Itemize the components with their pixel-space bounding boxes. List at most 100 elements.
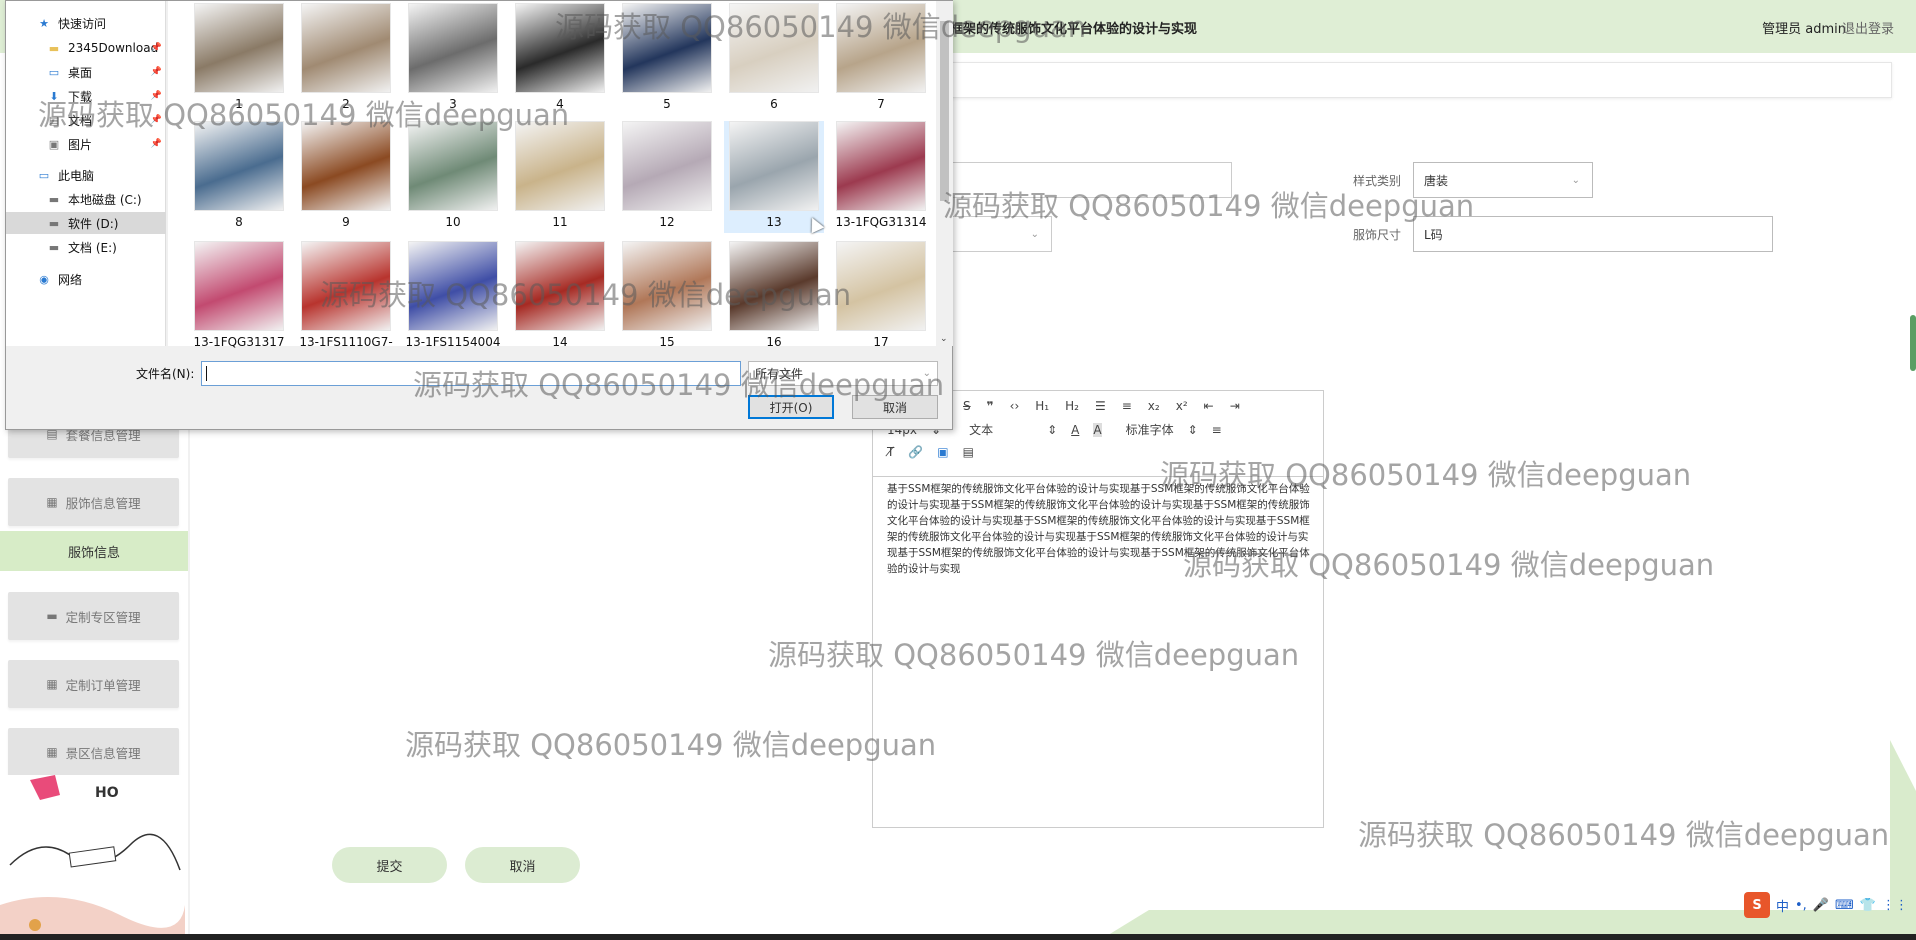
nav-item[interactable]: ▣ 图片 📌 (6, 133, 166, 155)
font-family-select[interactable]: 标准字体 (1126, 421, 1174, 438)
background-color-icon[interactable]: A (1093, 422, 1102, 437)
nav-item-label: 快速访问 (58, 16, 107, 31)
keyboard-icon[interactable]: ⌨ (1835, 898, 1854, 913)
sidebar-item[interactable]: ▬ 定制专区管理 (8, 592, 179, 640)
file-thumbnail (194, 121, 284, 211)
paragraph-select[interactable]: 文本 (969, 421, 993, 438)
file-item[interactable]: 13-1FQG31314 (831, 121, 931, 233)
file-item[interactable]: 15 (617, 241, 717, 353)
sogou-logo-icon[interactable]: S (1744, 892, 1770, 918)
outdent-icon[interactable]: ⇤ (1204, 399, 1214, 413)
scroll-down-icon[interactable]: ⌄ (940, 334, 948, 344)
file-item[interactable]: 1 (189, 3, 289, 115)
file-name: 8 (235, 215, 243, 229)
file-item[interactable]: 11 (510, 121, 610, 233)
ime-punct-icon[interactable]: •, (1795, 898, 1807, 913)
file-item[interactable]: 13-1FS1154004 (403, 241, 503, 353)
file-item[interactable]: 17 (831, 241, 931, 353)
file-item[interactable]: 13-1FQG31317 (189, 241, 289, 353)
file-item[interactable]: 9 (296, 121, 396, 233)
sidebar-item-clothing-info[interactable]: 服饰信息 (0, 531, 188, 571)
nav-item[interactable]: ▬ 本地磁盘 (C:) (6, 188, 166, 210)
style-select[interactable]: 唐装 ⌄ (1413, 162, 1593, 198)
skin-icon[interactable]: 👕 (1860, 898, 1876, 913)
submit-button[interactable]: 提交 (332, 847, 447, 883)
nav-item[interactable]: ▤ 文档 📌 (6, 109, 166, 131)
file-item[interactable]: 5 (617, 3, 717, 115)
file-item[interactable]: 4 (510, 3, 610, 115)
page-scroll-indicator[interactable] (1910, 315, 1916, 371)
nav-item[interactable]: ▬ 2345Download 📌 (6, 37, 166, 59)
ordered-list-icon[interactable]: ☰ (1095, 399, 1106, 413)
quote-icon[interactable]: ❞ (987, 399, 994, 413)
nav-item-label: 此电脑 (58, 168, 95, 183)
heading1-icon[interactable]: H₁ (1035, 399, 1049, 413)
heading2-icon[interactable]: H₂ (1065, 399, 1079, 413)
sidebar-item[interactable]: ▦ 景区信息管理 (8, 728, 179, 776)
subscript-icon[interactable]: x₂ (1148, 399, 1160, 413)
file-thumbnail (194, 241, 284, 331)
sidebar-item-label: 定制订单管理 (65, 677, 141, 693)
pin-icon: 📌 (150, 43, 162, 53)
rich-text-editor[interactable]: S̶ ❞ ‹› H₁ H₂ ☰ ≡ x₂ x² ⇤ ⇥ 14px ⇕ 文本 ⇕ … (872, 390, 1324, 828)
file-item[interactable]: 13-1FS1110G7- (296, 241, 396, 353)
ime-toolbar[interactable]: S 中 •, 🎤 ⌨ 👕 ⋮⋮ (1744, 892, 1908, 918)
nav-item[interactable]: ▭ 此电脑 (6, 164, 166, 186)
file-item[interactable]: 10 (403, 121, 503, 233)
file-name: 6 (770, 97, 778, 111)
link-icon[interactable]: 🔗 (908, 445, 923, 459)
grid-icon: ▦ (46, 495, 58, 509)
file-type-select[interactable]: 所有文件 ⌄ (748, 361, 938, 386)
logout-link[interactable]: 退出登录 (1842, 18, 1894, 37)
nav-item-label: 文档 (E:) (68, 240, 117, 255)
sidebar-item[interactable]: ▦ 服饰信息管理 (8, 478, 179, 526)
file-item[interactable]: 6 (724, 3, 824, 115)
partial-select-b[interactable]: ⌄ (950, 216, 1052, 252)
image-icon[interactable]: ▣ (937, 445, 948, 459)
scrollbar-thumb[interactable] (940, 21, 949, 201)
file-item[interactable]: 3 (403, 3, 503, 115)
open-button[interactable]: 打开(O) (748, 395, 834, 419)
bullet-list-icon[interactable]: ≡ (1122, 399, 1132, 413)
file-thumbnail (301, 121, 391, 211)
nav-item[interactable]: ▬ 文档 (E:) (6, 236, 166, 258)
video-icon[interactable]: ▤ (963, 445, 974, 459)
nav-item[interactable]: ◉ 网络 (6, 268, 166, 290)
sidebar-item[interactable]: ▦ 定制订单管理 (8, 660, 179, 708)
grid-icon: ▦ (46, 745, 58, 759)
file-item[interactable]: 7 (831, 3, 931, 115)
file-item[interactable]: 16 (724, 241, 824, 353)
file-item[interactable]: 13 (724, 121, 824, 233)
file-item[interactable]: 12 (617, 121, 717, 233)
superscript-icon[interactable]: x² (1176, 399, 1188, 413)
dialog-scrollbar[interactable]: ⌄ (936, 1, 953, 346)
cancel-button[interactable]: 取消 (465, 847, 580, 883)
indent-icon[interactable]: ⇥ (1230, 399, 1240, 413)
nav-item[interactable]: ▬ 软件 (D:) (6, 212, 166, 234)
editor-content[interactable]: 基于SSM框架的传统服饰文化平台体验的设计与实现基于SSM框架的传统服饰文化平台… (887, 481, 1312, 577)
align-icon[interactable]: ≡ (1212, 423, 1222, 437)
nav-item[interactable]: ▭ 桌面 📌 (6, 61, 166, 83)
dialog-cancel-button[interactable]: 取消 (852, 395, 938, 419)
font-color-icon[interactable]: A (1071, 423, 1079, 437)
nav-item[interactable]: ★ 快速访问 (6, 12, 166, 34)
star-icon: ★ (39, 16, 49, 30)
strikethrough-icon[interactable]: S̶ (963, 399, 971, 413)
file-thumbnail (622, 121, 712, 211)
nav-item[interactable]: ⬇ 下载 📌 (6, 85, 166, 107)
file-item[interactable]: 8 (189, 121, 289, 233)
file-item[interactable]: 14 (510, 241, 610, 353)
style-label: 样式类别 (1353, 174, 1402, 188)
size-input[interactable]: L码 (1413, 216, 1773, 252)
code-icon[interactable]: ‹› (1010, 399, 1020, 413)
file-item[interactable]: 2 (296, 3, 396, 115)
ime-menu-icon[interactable]: ⋮⋮ (1882, 898, 1908, 913)
nav-item-label: 本地磁盘 (C:) (68, 192, 142, 207)
clear-format-icon[interactable]: T̸ (887, 445, 894, 459)
chevron-down-icon: ⌄ (922, 368, 931, 379)
ime-lang[interactable]: 中 (1776, 896, 1789, 915)
partial-field-a[interactable] (950, 162, 1232, 198)
microphone-icon[interactable]: 🎤 (1813, 898, 1829, 913)
filename-input[interactable] (201, 361, 741, 386)
file-thumbnail (622, 241, 712, 331)
